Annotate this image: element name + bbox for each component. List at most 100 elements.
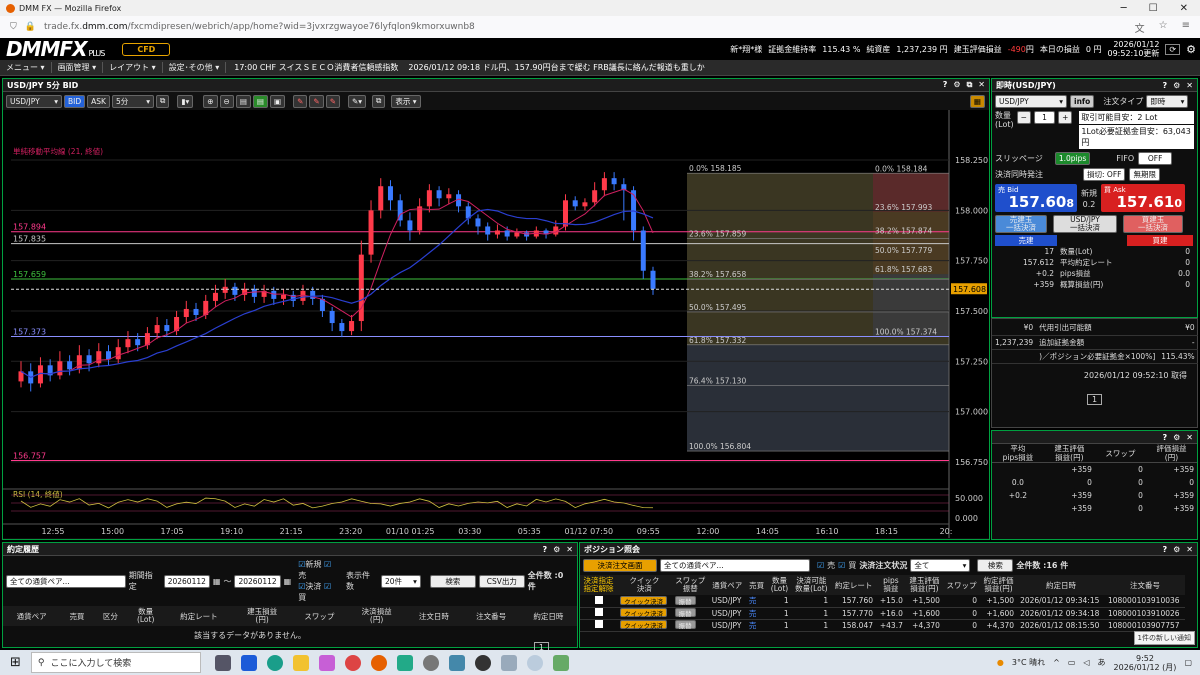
- swap-transfer-button[interactable]: 振替: [674, 620, 696, 630]
- dmm-fx-app-icon[interactable]: [240, 654, 257, 671]
- qty-minus[interactable]: −: [1016, 111, 1031, 124]
- calendar-icon[interactable]: ▦: [284, 577, 292, 586]
- task-view-icon[interactable]: [214, 654, 231, 671]
- gear-icon[interactable]: ⚙: [553, 545, 560, 554]
- pair-select[interactable]: USD/JPY ▾: [6, 94, 62, 108]
- gear-icon[interactable]: ⚙: [1173, 81, 1180, 90]
- qty-plus[interactable]: +: [1058, 111, 1073, 124]
- draw2-icon[interactable]: ✎: [309, 94, 324, 108]
- quick-close-button[interactable]: クイック決済: [620, 596, 668, 606]
- link-icon[interactable]: ⧉: [155, 94, 170, 108]
- draw3-icon[interactable]: ✎: [325, 94, 340, 108]
- app4-icon[interactable]: [500, 654, 517, 671]
- help-icon[interactable]: ?: [1162, 433, 1167, 442]
- network-icon[interactable]: ▭: [1068, 658, 1076, 667]
- menu-button[interactable]: メニュー ▾: [0, 62, 52, 73]
- notification-tooltip[interactable]: 1件の新しい通知: [1133, 631, 1195, 645]
- refresh-icon[interactable]: ⟳: [1165, 43, 1181, 55]
- ask-toggle[interactable]: ASK: [87, 94, 110, 108]
- position-row[interactable]: クイック決済 振替 USD/JPY 売 1 1 157.770 +16.0 +1,600 0 +…: [580, 607, 1185, 619]
- chrome-icon[interactable]: [344, 654, 361, 671]
- gear-icon[interactable]: ⚙: [1173, 433, 1180, 442]
- count-select[interactable]: 20件 ▾: [380, 574, 421, 588]
- settings-icon[interactable]: ⚙: [1186, 43, 1196, 56]
- sell-checkbox[interactable]: ☑: [817, 561, 824, 570]
- draw1-icon[interactable]: ✎: [293, 94, 308, 108]
- date-to-input[interactable]: 20260112: [234, 574, 281, 588]
- fills-pair-select[interactable]: 全ての通貨ペア...: [6, 574, 126, 588]
- volume-icon[interactable]: ◁: [1083, 658, 1089, 667]
- file-explorer-icon[interactable]: [292, 654, 309, 671]
- help-icon[interactable]: ?: [943, 80, 948, 90]
- taskbar-search[interactable]: ⚲ ここに入力して検索: [30, 652, 201, 673]
- weather-icon[interactable]: ●: [997, 658, 1004, 667]
- split-icon[interactable]: ▤: [235, 94, 251, 108]
- copy-icon[interactable]: ⧉: [372, 94, 386, 108]
- select-checkbox[interactable]: [594, 595, 603, 604]
- settings-other-button[interactable]: 設定･その他 ▾: [163, 62, 227, 73]
- split3-icon[interactable]: ▣: [270, 94, 286, 108]
- news-ticker-2[interactable]: 2026/01/12 09:18 ドル円、157.90円台まで緩む FRB議長に…: [408, 62, 704, 73]
- app2-icon[interactable]: [448, 654, 465, 671]
- grid-layout-icon[interactable]: ▦: [969, 94, 985, 108]
- quick-close-button[interactable]: クイック決済: [620, 608, 668, 618]
- display-button[interactable]: 表示 ▾: [391, 94, 421, 108]
- ime-icon[interactable]: あ: [1098, 657, 1106, 668]
- windows-start-icon[interactable]: ⊞: [10, 655, 21, 670]
- app3-icon[interactable]: [474, 654, 491, 671]
- translate-icon[interactable]: 文: [1135, 20, 1145, 35]
- cfd-button[interactable]: CFD: [122, 42, 171, 56]
- zoom-in-icon[interactable]: ⊕: [203, 94, 218, 108]
- minimize-icon[interactable]: ─: [1121, 3, 1127, 14]
- buy-ask-button[interactable]: 買 Ask 157.610: [1101, 184, 1185, 212]
- close-icon[interactable]: ✕: [1186, 545, 1193, 554]
- close-icon[interactable]: ✕: [1180, 3, 1188, 14]
- maximize-icon[interactable]: ☐: [1149, 3, 1158, 14]
- close-icon[interactable]: ✕: [978, 80, 985, 90]
- order-pair-select[interactable]: USD/JPY ▾: [995, 95, 1067, 108]
- bid-toggle[interactable]: BID: [64, 94, 86, 108]
- date-from-input[interactable]: 20260112: [163, 574, 210, 588]
- shield-icon[interactable]: ⛉: [10, 22, 17, 32]
- close-icon[interactable]: ✕: [566, 545, 573, 554]
- close-icon[interactable]: ✕: [1186, 433, 1193, 442]
- gear-icon[interactable]: ⚙: [1173, 545, 1180, 554]
- help-icon[interactable]: ?: [542, 545, 547, 554]
- position-row[interactable]: クイック決済 振替 USD/JPY 売 1 1 157.760 +15.0 +1,500 0 +…: [580, 595, 1185, 607]
- swap-transfer-button[interactable]: 振替: [674, 596, 696, 606]
- address-bar[interactable]: ⛉ 🔒 trade.fx. dmm.com/fxcmdipresen/webric…: [0, 16, 1200, 38]
- weather-text[interactable]: 3°C 晴れ: [1012, 657, 1045, 668]
- edge-icon[interactable]: [266, 654, 283, 671]
- pair-bulk-close-button[interactable]: USD/JPY 一括決済: [1053, 215, 1117, 233]
- news-ticker-1[interactable]: 17:00 CHF スイスＳＥＣＯ消費者信頼感指数: [234, 62, 398, 73]
- order-type-select[interactable]: 即時 ▾: [1146, 95, 1189, 108]
- losscut-toggle[interactable]: 損切: OFF: [1083, 168, 1126, 181]
- status-select[interactable]: 全て ▾: [910, 559, 971, 572]
- select-checkbox[interactable]: [594, 620, 603, 628]
- tray-chevron-icon[interactable]: ^: [1053, 658, 1060, 667]
- position-row[interactable]: クイック決済 振替 USD/JPY 売 1 1 158.047 +43.7 +4,370 0 +…: [580, 619, 1185, 631]
- help-icon[interactable]: ?: [1162, 545, 1167, 554]
- sell-bid-button[interactable]: 売 Bid 157.608: [995, 184, 1077, 212]
- zoom-out-icon[interactable]: ⊖: [219, 94, 234, 108]
- settings-taskbar-icon[interactable]: [422, 654, 439, 671]
- firefox-taskbar-icon[interactable]: [370, 654, 387, 671]
- positions-search-button[interactable]: 検索: [977, 559, 1014, 572]
- pen-icon[interactable]: ✎▾: [347, 94, 367, 108]
- price-chart[interactable]: 158.250 158.000 157.750 157.500 157.250 157.0…: [3, 110, 989, 538]
- popout-icon[interactable]: ⧉: [967, 80, 973, 90]
- fills-search-button[interactable]: 検索: [429, 574, 476, 588]
- buy-bulk-close-button[interactable]: 買建玉 一括決済: [1123, 215, 1183, 233]
- close-icon[interactable]: ✕: [1186, 81, 1193, 90]
- help-icon[interactable]: ?: [1162, 81, 1167, 90]
- screen-manage-button[interactable]: 画面管理 ▾: [52, 62, 104, 73]
- app-icon[interactable]: [396, 654, 413, 671]
- slippage-value[interactable]: 1.0pips: [1054, 152, 1091, 165]
- sell-bulk-close-button[interactable]: 売建玉 一括決済: [995, 215, 1047, 233]
- specify-close-button[interactable]: 決済注文画面: [583, 559, 657, 572]
- qty-input[interactable]: 1: [1033, 111, 1056, 124]
- app5-icon[interactable]: [526, 654, 543, 671]
- info-button[interactable]: info: [1070, 95, 1095, 108]
- fifo-toggle[interactable]: OFF: [1138, 152, 1173, 165]
- clock-time[interactable]: 9:52: [1136, 654, 1154, 663]
